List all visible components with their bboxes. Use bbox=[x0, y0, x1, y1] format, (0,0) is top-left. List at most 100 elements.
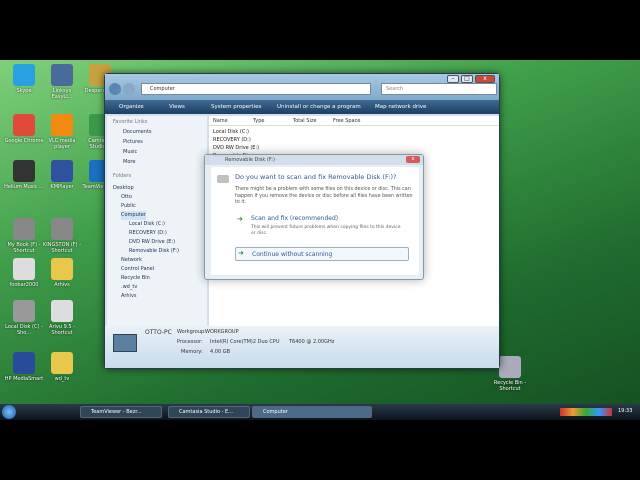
desktop-icon[interactable]: My Book (F) - Shortcut bbox=[4, 218, 44, 254]
start-button[interactable] bbox=[2, 405, 16, 419]
tree-item[interactable]: Otto bbox=[121, 193, 132, 202]
drive-item[interactable]: RECOVERY (D:) bbox=[213, 137, 251, 143]
taskbar-button[interactable]: Camtasia Studio - E... bbox=[168, 406, 250, 418]
drive-item[interactable]: DVD RW Drive (E:) bbox=[213, 145, 259, 151]
desktop-icon-label: Local Disk (C) - Sho... bbox=[5, 324, 43, 336]
tree-item[interactable]: .wd_tv bbox=[121, 283, 137, 292]
map-drive-button[interactable]: Map network drive bbox=[375, 100, 426, 114]
desktop-icon[interactable]: Arivu 9.5 - Shortcut bbox=[42, 300, 82, 336]
desktop-icon-label: Google Chrome bbox=[4, 138, 44, 144]
desktop-icon-label: HP MediaSmart bbox=[4, 376, 44, 382]
tree-item[interactable]: Local Disk (C:) bbox=[129, 220, 165, 229]
app-icon bbox=[13, 114, 35, 136]
scan-and-fix-option[interactable]: ➜ Scan and fix (recommended) This will p… bbox=[235, 213, 409, 239]
desktop-icon[interactable]: Local Disk (C) - Sho... bbox=[4, 300, 44, 336]
autoplay-scan-dialog[interactable]: Removable Disk (F:) x Do you want to sca… bbox=[204, 154, 424, 280]
tree-item[interactable]: RECOVERY (D:) bbox=[129, 229, 167, 238]
drive-item[interactable]: Local Disk (C:) bbox=[213, 129, 249, 135]
desktop-icon-label: Linksys EasyLi... bbox=[51, 88, 73, 100]
dialog-close-button[interactable]: x bbox=[406, 156, 420, 163]
tree-item[interactable]: Arhivs bbox=[121, 292, 137, 301]
app-icon bbox=[51, 114, 73, 136]
desktop-icon[interactable]: foobar2000 bbox=[4, 258, 44, 288]
system-properties-button[interactable]: System properties bbox=[211, 100, 261, 114]
app-icon bbox=[51, 258, 73, 280]
forward-button[interactable] bbox=[123, 83, 135, 95]
app-icon bbox=[499, 356, 521, 378]
desktop-icon[interactable]: HP MediaSmart bbox=[4, 352, 44, 382]
nav-pictures[interactable]: Pictures bbox=[123, 138, 143, 147]
minimize-button[interactable]: – bbox=[447, 75, 459, 83]
breadcrumb: Computer bbox=[150, 86, 175, 92]
desktop-icon[interactable]: wd_tv bbox=[42, 352, 82, 382]
desktop-icon[interactable]: KMPlayer bbox=[42, 160, 82, 190]
maximize-button[interactable]: □ bbox=[461, 75, 473, 83]
tree-item[interactable]: DVD RW Drive (E:) bbox=[129, 238, 175, 247]
scan-fix-title: Scan and fix (recommended) bbox=[251, 215, 339, 222]
desktop-icon[interactable]: KINGSTON (F) - Shortcut bbox=[42, 218, 82, 254]
tree-item[interactable]: Removable Disk (F:) bbox=[129, 247, 179, 256]
organize-button[interactable]: Organize bbox=[119, 100, 144, 114]
taskbar: TeamViewer - Bezr... Camtasia Studio - E.… bbox=[0, 404, 640, 420]
address-bar[interactable]: Computer bbox=[141, 83, 371, 95]
nav-documents[interactable]: Documents bbox=[123, 128, 152, 137]
col-total-size[interactable]: Total Size bbox=[293, 116, 317, 126]
tree-item[interactable]: Public bbox=[121, 202, 136, 211]
app-icon bbox=[13, 300, 35, 322]
nav-more[interactable]: More bbox=[123, 158, 135, 167]
tree-item[interactable]: Desktop bbox=[113, 184, 134, 193]
continue-title: Continue without scanning bbox=[252, 251, 333, 258]
pc-name: OTTO-PC bbox=[145, 329, 172, 336]
desktop-icon-label: foobar2000 bbox=[9, 282, 39, 288]
app-icon bbox=[51, 352, 73, 374]
desktop-icon[interactable]: Arhivs bbox=[42, 258, 82, 288]
search-input[interactable]: Search bbox=[381, 83, 497, 95]
app-icon bbox=[13, 160, 35, 182]
clock[interactable]: 19:33 bbox=[618, 408, 632, 414]
back-button[interactable] bbox=[109, 83, 121, 95]
desktop-icon[interactable]: Linksys EasyLi... bbox=[42, 64, 82, 100]
processor-label: Processor: bbox=[177, 339, 203, 345]
dialog-body: Do you want to scan and fix Removable Di… bbox=[211, 167, 419, 275]
app-icon bbox=[13, 258, 35, 280]
tree-item[interactable]: Computer bbox=[121, 211, 146, 220]
command-bar: Organize Views System properties Uninsta… bbox=[105, 100, 499, 114]
dialog-title: Removable Disk (F:) bbox=[205, 155, 423, 165]
app-icon bbox=[13, 218, 35, 240]
removable-disk-icon bbox=[217, 175, 229, 183]
continue-without-scanning-option[interactable]: ➜ Continue without scanning bbox=[235, 247, 409, 261]
system-tray-icons[interactable] bbox=[560, 408, 612, 416]
desktop-icon[interactable]: VLC media player bbox=[42, 114, 82, 150]
desktop-icon-label: Skype bbox=[16, 88, 32, 94]
app-icon bbox=[51, 64, 73, 86]
nav-music[interactable]: Music bbox=[123, 148, 137, 157]
processor-value: Intel(R) Core(TM)2 Duo CPU bbox=[210, 339, 280, 345]
desktop-icon[interactable]: Google Chrome bbox=[4, 114, 44, 144]
desktop-icon-label: wd_tv bbox=[54, 376, 70, 382]
col-free-space[interactable]: Free Space bbox=[333, 116, 360, 126]
tree-item[interactable]: Network bbox=[121, 256, 142, 265]
app-icon bbox=[13, 64, 35, 86]
title-bar[interactable]: – □ x Computer Search bbox=[105, 74, 499, 100]
desktop-icon[interactable]: Helium Music ... bbox=[4, 160, 44, 190]
desktop-icon-label: VLC media player bbox=[48, 138, 76, 150]
tree-item[interactable]: Recycle Bin bbox=[121, 274, 150, 283]
taskbar-button[interactable]: TeamViewer - Bezr... bbox=[80, 406, 162, 418]
uninstall-button[interactable]: Uninstall or change a program bbox=[277, 100, 361, 114]
col-name[interactable]: Name bbox=[213, 116, 228, 126]
favorite-links-heading: Favorite Links bbox=[113, 119, 148, 125]
app-icon bbox=[51, 300, 73, 322]
column-headers: Name Type Total Size Free Space bbox=[209, 116, 499, 126]
desktop-icon[interactable]: Skype bbox=[4, 64, 44, 94]
tree-item[interactable]: Control Panel bbox=[121, 265, 154, 274]
close-button[interactable]: x bbox=[475, 75, 495, 83]
views-button[interactable]: Views bbox=[169, 100, 185, 114]
desktop-icon-label: Recycle Bin - Shortcut bbox=[493, 380, 527, 392]
col-type[interactable]: Type bbox=[253, 116, 264, 126]
memory-label: Memory: bbox=[181, 349, 203, 355]
taskbar-button[interactable]: Computer bbox=[252, 406, 372, 418]
desktop-icon-label: Helium Music ... bbox=[4, 184, 44, 190]
computer-icon bbox=[113, 334, 137, 352]
details-pane: OTTO-PC Workgroup: WORKGROUP Processor: … bbox=[105, 326, 499, 368]
desktop: Skype Linksys EasyLi... Desperate... Google… bbox=[0, 60, 640, 420]
